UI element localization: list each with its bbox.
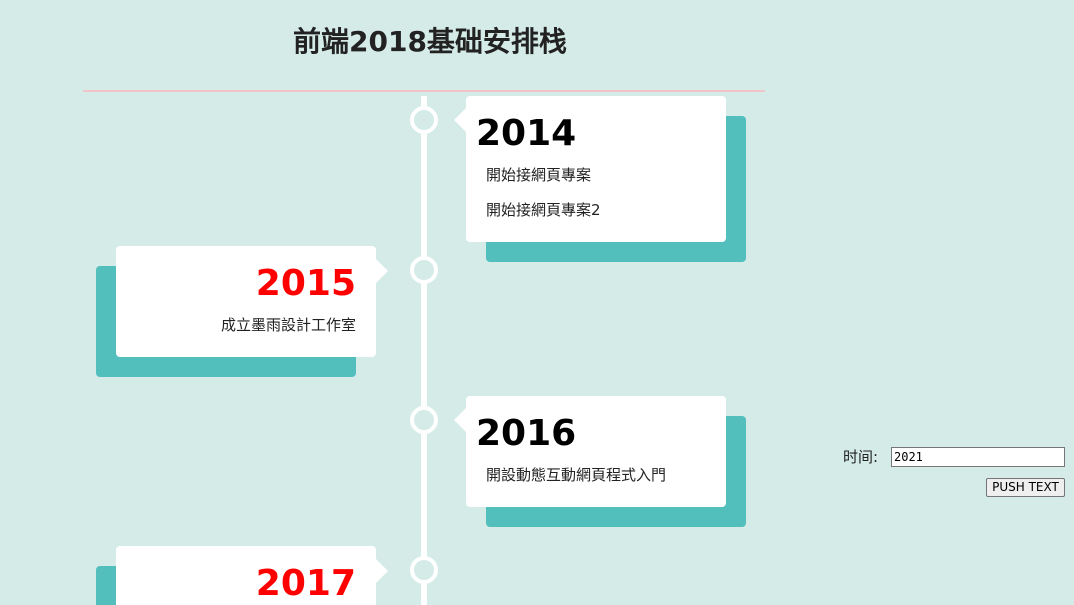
timeline-node-2017 (410, 556, 438, 584)
push-text-button[interactable]: PUSH TEXT (986, 478, 1065, 497)
page: 前端2018基础安排栈 2014 開始接網頁專案 開始接網頁專案2 2015 成… (0, 0, 1074, 605)
timeline-entry: 開始接網頁專案 (486, 166, 592, 184)
timeline-year: 2015 (255, 263, 356, 304)
time-input[interactable] (891, 447, 1065, 467)
timeline-card-2017: 2017 (116, 546, 388, 605)
timeline-card-2015: 2015 成立墨雨設計工作室 (116, 246, 388, 357)
timeline-node-2015 (410, 256, 438, 284)
timeline-year: 2014 (476, 113, 577, 154)
page-title: 前端2018基础安排栈 (293, 25, 567, 58)
timeline-entry: 開設動態互動網頁程式入門 (486, 466, 667, 484)
timeline-node-2014 (410, 106, 438, 134)
card-pointer (454, 408, 466, 432)
card-pointer (376, 259, 388, 283)
timeline-entry: 成立墨雨設計工作室 (220, 316, 356, 334)
timeline-year: 2016 (476, 413, 577, 454)
card-pointer (454, 108, 466, 132)
timeline-card-2014: 2014 開始接網頁專案 開始接網頁專案2 (454, 96, 726, 242)
timeline-node-2016 (410, 406, 438, 434)
time-label: 时间: (843, 448, 879, 466)
timeline-line (421, 96, 427, 605)
timeline-year: 2017 (255, 563, 356, 604)
title-divider (83, 90, 765, 92)
timeline-entry: 開始接網頁專案2 (486, 201, 601, 219)
card-pointer (376, 559, 388, 583)
timeline-card-2016: 2016 開設動態互動網頁程式入門 (454, 396, 726, 507)
